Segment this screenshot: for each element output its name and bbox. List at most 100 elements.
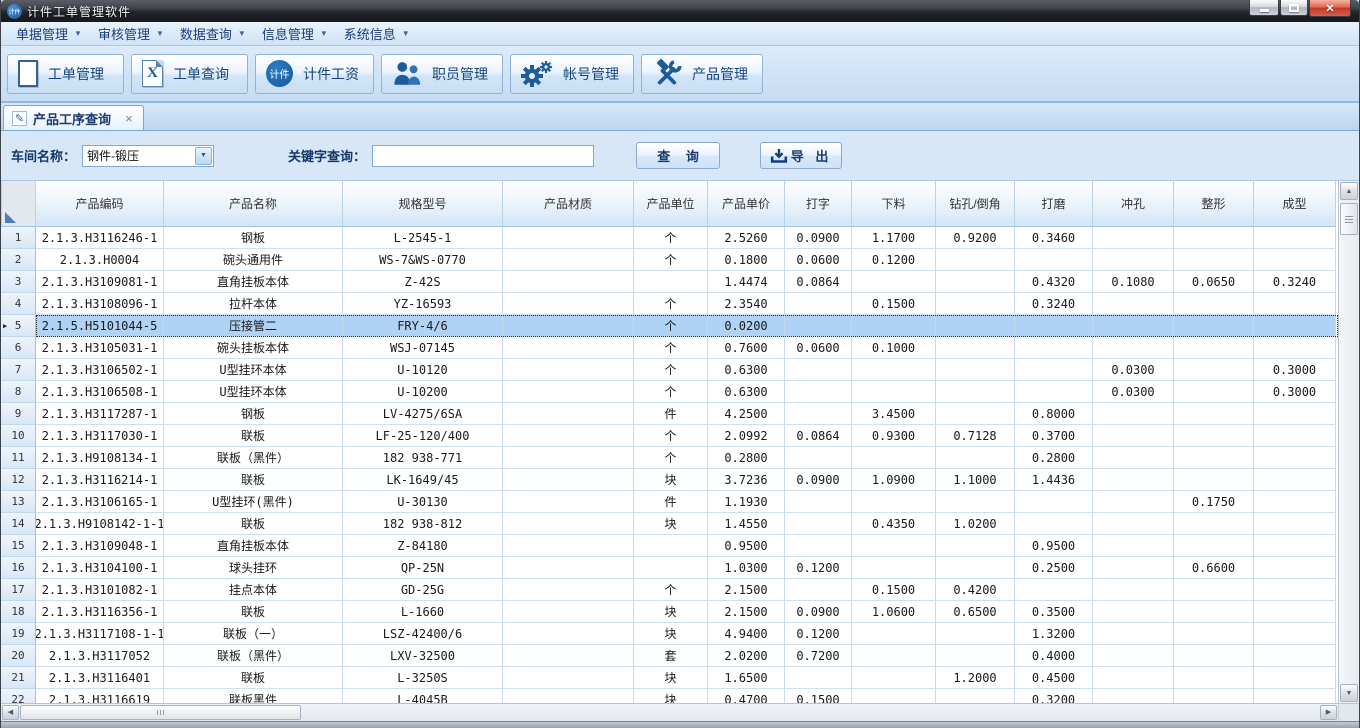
row-number-cell[interactable]: 6: [1, 337, 36, 359]
horizontal-scroll-thumb[interactable]: [20, 705, 301, 720]
maximize-button[interactable]: [1280, 0, 1308, 16]
menu-item-0[interactable]: 单据管理▼: [9, 22, 91, 45]
row-number-cell[interactable]: 22: [1, 689, 36, 703]
vertical-scroll-thumb[interactable]: [1340, 203, 1358, 235]
table-row[interactable]: 182.1.3.H3116356-1联板L-1660块2.15000.09001…: [1, 601, 1338, 623]
work-order-manage-button[interactable]: 工单管理: [7, 54, 124, 94]
table-row[interactable]: 162.1.3.H3104100-1球头挂环QP-25N1.03000.1200…: [1, 557, 1338, 579]
title-bar[interactable]: 计件 计件工单管理软件 ✕: [1, 0, 1359, 22]
table-cell: [1093, 403, 1174, 425]
scroll-up-button[interactable]: ▲: [1340, 182, 1358, 200]
row-number-cell[interactable]: 8: [1, 381, 36, 403]
row-number-cell[interactable]: 21: [1, 667, 36, 689]
piecework-wage-button[interactable]: 计件 计件工资: [255, 54, 374, 94]
row-number-cell[interactable]: ▶5: [1, 315, 36, 337]
column-header-11[interactable]: 整形: [1174, 181, 1254, 227]
row-number-cell[interactable]: 16: [1, 557, 36, 579]
table-row[interactable]: 222.1.3.H3116619联板黑件L-4045B块0.47000.1500…: [1, 689, 1338, 703]
minimize-button[interactable]: [1249, 0, 1279, 16]
vertical-scrollbar[interactable]: ▲ ▼: [1338, 181, 1359, 703]
table-row[interactable]: 82.1.3.H3106508-1U型挂环本体U-10200个0.63000.0…: [1, 381, 1338, 403]
close-button[interactable]: ✕: [1309, 0, 1351, 17]
row-number-cell[interactable]: 17: [1, 579, 36, 601]
scroll-left-button[interactable]: ◀: [2, 705, 19, 720]
row-number-cell[interactable]: 7: [1, 359, 36, 381]
row-number: 2: [15, 253, 22, 266]
table-row[interactable]: 172.1.3.H3101082-1挂点本体GD-25G个2.15000.150…: [1, 579, 1338, 601]
row-cells: 2.1.3.H9108142-1-1联板182 938-812块1.45500.…: [36, 513, 1338, 535]
scroll-right-button[interactable]: ▶: [1320, 705, 1337, 720]
menu-item-4[interactable]: 系统信息▼: [337, 22, 419, 45]
tab-close-icon[interactable]: ×: [125, 112, 133, 125]
table-cell: [634, 535, 708, 557]
horizontal-scrollbar[interactable]: ◀ ▶: [1, 703, 1359, 721]
table-row[interactable]: 42.1.3.H3108096-1拉杆本体YZ-16593个2.35400.15…: [1, 293, 1338, 315]
column-header-7[interactable]: 下料: [852, 181, 936, 227]
work-order-query-button[interactable]: X 工单查询: [131, 54, 248, 94]
table-row[interactable]: 32.1.3.H3109081-1直角挂板本体Z-42S1.44740.0864…: [1, 271, 1338, 293]
row-number-cell[interactable]: 10: [1, 425, 36, 447]
table-row[interactable]: 22.1.3.H0004碗头通用件WS-7&WS-0770个0.18000.06…: [1, 249, 1338, 271]
column-header-10[interactable]: 冲孔: [1093, 181, 1174, 227]
table-row[interactable]: 12.1.3.H3116246-1钢板L-2545-1个2.52600.0900…: [1, 227, 1338, 249]
scroll-down-button[interactable]: ▼: [1340, 684, 1358, 702]
column-header-4[interactable]: 产品单位: [634, 181, 708, 227]
select-all-corner-cell[interactable]: [1, 181, 36, 227]
menu-item-1[interactable]: 审核管理▼: [91, 22, 173, 45]
table-row[interactable]: 92.1.3.H3117287-1钢板LV-4275/6SA件4.25003.4…: [1, 403, 1338, 425]
table-row[interactable]: ▶52.1.5.H5101044-5压接管二FRY-4/6个0.0200: [1, 315, 1338, 337]
table-row[interactable]: 72.1.3.H3106502-1U型挂环本体U-10120个0.63000.0…: [1, 359, 1338, 381]
product-manage-button[interactable]: 产品管理: [641, 54, 763, 94]
column-header-12[interactable]: 成型: [1254, 181, 1336, 227]
menu-item-3[interactable]: 信息管理▼: [255, 22, 337, 45]
column-header-5[interactable]: 产品单价: [708, 181, 785, 227]
row-number-cell[interactable]: 18: [1, 601, 36, 623]
column-header-6[interactable]: 打字: [785, 181, 852, 227]
workshop-select[interactable]: 钢件-锻压 ▼: [82, 145, 214, 167]
table-row[interactable]: 202.1.3.H3117052联板（黑件）LXV-32500套2.02000.…: [1, 645, 1338, 667]
row-number-cell[interactable]: 9: [1, 403, 36, 425]
row-number-cell[interactable]: 13: [1, 491, 36, 513]
export-button[interactable]: 导 出: [760, 142, 842, 169]
app-window: 计件 计件工单管理软件 ✕ 单据管理▼审核管理▼数据查询▼信息管理▼系统信息▼ …: [0, 0, 1360, 728]
staff-manage-button[interactable]: 职员管理: [381, 54, 503, 94]
row-number-cell[interactable]: 19: [1, 623, 36, 645]
row-number-cell[interactable]: 20: [1, 645, 36, 667]
table-row[interactable]: 212.1.3.H3116401联板L-3250S块1.65001.20000.…: [1, 667, 1338, 689]
table-cell: FRY-4/6: [343, 315, 503, 337]
row-number-cell[interactable]: 2: [1, 249, 36, 271]
row-number-cell[interactable]: 12: [1, 469, 36, 491]
table-row[interactable]: 152.1.3.H3109048-1直角挂板本体Z-841800.95000.9…: [1, 535, 1338, 557]
row-number-cell[interactable]: 1: [1, 227, 36, 249]
table-row[interactable]: 132.1.3.H3106165-1U型挂环(黑件)U-30130件1.1930…: [1, 491, 1338, 513]
table-cell: 个: [634, 249, 708, 271]
table-cell: [1174, 359, 1254, 381]
row-number-cell[interactable]: 4: [1, 293, 36, 315]
row-number-cell[interactable]: 3: [1, 271, 36, 293]
row-number-cell[interactable]: 15: [1, 535, 36, 557]
table-cell: [1174, 249, 1254, 271]
column-header-9[interactable]: 打磨: [1015, 181, 1093, 227]
account-manage-button[interactable]: 帐号管理: [510, 54, 634, 94]
tab-product-process-query[interactable]: ✎ 产品工序查询 ×: [3, 105, 144, 130]
table-row[interactable]: 102.1.3.H3117030-1联板LF-25-120/400个2.0992…: [1, 425, 1338, 447]
chevron-down-icon[interactable]: ▼: [195, 147, 212, 165]
column-header-3[interactable]: 产品材质: [503, 181, 634, 227]
table-row[interactable]: 142.1.3.H9108142-1-1联板182 938-812块1.4550…: [1, 513, 1338, 535]
table-row[interactable]: 192.1.3.H3117108-1-1联板（一）LSZ-42400/6块4.9…: [1, 623, 1338, 645]
row-number-cell[interactable]: 11: [1, 447, 36, 469]
menu-item-2[interactable]: 数据查询▼: [173, 22, 255, 45]
row-cells: 2.1.3.H3117108-1-1联板（一）LSZ-42400/6块4.940…: [36, 623, 1338, 645]
table-header-row: 产品编码产品名称规格型号产品材质产品单位产品单价打字下料钻孔/倒角打磨冲孔整形成…: [1, 181, 1338, 227]
table-row[interactable]: 122.1.3.H3116214-1联板LK-1649/45块3.72360.0…: [1, 469, 1338, 491]
table-cell: [1254, 535, 1336, 557]
table-row[interactable]: 112.1.3.H9108134-1联板（黑件）182 938-771个0.28…: [1, 447, 1338, 469]
table-row[interactable]: 62.1.3.H3105031-1碗头挂板本体WSJ-07145个0.76000…: [1, 337, 1338, 359]
column-header-0[interactable]: 产品编码: [36, 181, 164, 227]
query-button[interactable]: 查 询: [636, 142, 720, 169]
column-header-8[interactable]: 钻孔/倒角: [936, 181, 1015, 227]
column-header-2[interactable]: 规格型号: [343, 181, 503, 227]
keyword-input[interactable]: [372, 145, 594, 167]
row-number-cell[interactable]: 14: [1, 513, 36, 535]
column-header-1[interactable]: 产品名称: [164, 181, 343, 227]
